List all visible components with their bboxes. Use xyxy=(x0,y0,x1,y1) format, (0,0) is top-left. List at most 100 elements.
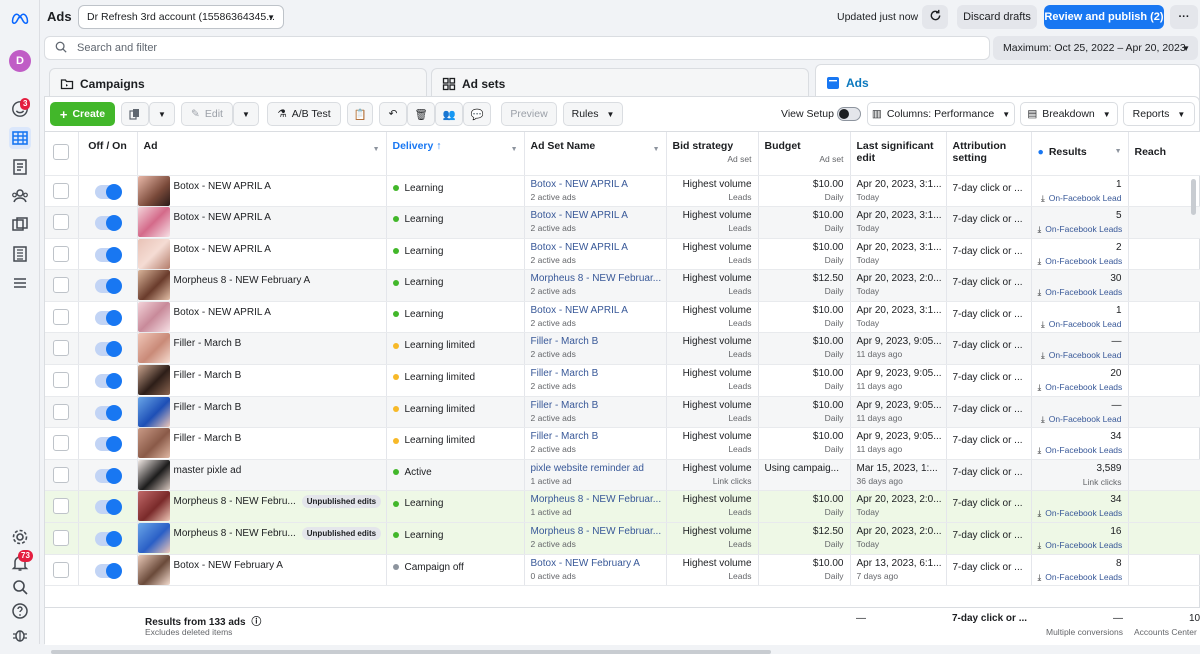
adset-link[interactable]: Morpheus 8 - NEW Februar... xyxy=(531,273,662,284)
adset-link[interactable]: Botox - NEW APRIL A xyxy=(531,242,660,253)
adset-link[interactable]: Botox - NEW February A xyxy=(531,558,660,569)
ad-cell[interactable]: Filler - March B xyxy=(137,364,387,397)
ad-cell[interactable]: Morpheus 8 - NEW Febru... Unpublished edi… xyxy=(137,522,387,555)
ad-cell[interactable]: Botox - NEW February A xyxy=(137,554,387,587)
adset-cell[interactable]: Botox - NEW APRIL A2 active ads xyxy=(524,238,667,271)
meta-logo-icon[interactable] xyxy=(9,7,31,29)
menu-icon[interactable] xyxy=(9,272,31,294)
adset-link[interactable]: Botox - NEW APRIL A xyxy=(531,179,660,190)
table-row[interactable]: Filler - March B Learning limited Filler -… xyxy=(45,364,1200,397)
table-row[interactable]: master pixle ad Active pixle website remin… xyxy=(45,459,1200,492)
preview-button[interactable]: Preview xyxy=(501,102,557,126)
adset-link[interactable]: pixle website reminder ad xyxy=(531,463,660,474)
table-row[interactable]: Botox - NEW APRIL A Learning Botox - NEW A… xyxy=(45,238,1200,271)
adset-cell[interactable]: Botox - NEW APRIL A2 active ads xyxy=(524,175,667,208)
ad-toggle[interactable] xyxy=(94,373,122,390)
ad-name[interactable]: Filler - March B xyxy=(174,431,242,444)
ad-cell[interactable]: Filler - March B xyxy=(137,427,387,460)
edit-dropdown-button[interactable]: ▼ xyxy=(233,102,259,126)
ad-toggle[interactable] xyxy=(94,278,122,295)
ad-name[interactable]: Morpheus 8 - NEW February A xyxy=(174,273,311,286)
adset-link[interactable]: Filler - March B xyxy=(531,336,660,347)
ad-toggle[interactable] xyxy=(94,215,122,232)
budget-cell[interactable]: $10.00 Daily xyxy=(758,396,851,429)
adset-cell[interactable]: Filler - March B 2 active ads xyxy=(524,364,667,397)
table-row[interactable]: Morpheus 8 - NEW Febru... Unpublished edi… xyxy=(45,522,1200,555)
ab-test-button[interactable]: ⚗ A/B Test xyxy=(267,102,341,126)
clipboard-button[interactable]: 📋 xyxy=(347,102,373,126)
budget-cell[interactable]: $10.00 Daily xyxy=(758,206,851,239)
row-checkbox[interactable] xyxy=(53,277,69,294)
date-range-picker[interactable]: Maximum: Oct 25, 2022 – Apr 20, 2023 ▼ xyxy=(993,36,1198,60)
budget-cell[interactable]: $10.00 Daily xyxy=(758,490,851,524)
search-input[interactable]: Search and filter xyxy=(44,36,990,60)
adset-cell[interactable]: Botox - NEW APRIL A2 active ads xyxy=(524,206,667,239)
row-checkbox[interactable] xyxy=(53,530,69,547)
adset-link[interactable]: Filler - March B xyxy=(531,431,660,442)
ad-name[interactable]: Botox - NEW APRIL A xyxy=(174,242,271,255)
preview-toggle-button[interactable]: 💬 xyxy=(463,102,491,126)
table-row[interactable]: Filler - March B Learning limited Filler -… xyxy=(45,396,1200,429)
adset-cell[interactable]: Morpheus 8 - NEW Februar... 1 active ad xyxy=(524,490,667,524)
row-checkbox[interactable] xyxy=(53,561,69,578)
more-options-button[interactable]: ··· xyxy=(1170,5,1198,29)
breakdown-button[interactable]: ▤ Breakdown ▼ xyxy=(1020,102,1118,126)
refresh-button[interactable] xyxy=(922,5,948,29)
audience-button[interactable]: 👥 xyxy=(435,102,463,126)
reports-button[interactable]: Reports ▼ xyxy=(1123,102,1195,126)
table-row[interactable]: Botox - NEW APRIL A Learning Botox - NEW A… xyxy=(45,206,1200,239)
adset-link[interactable]: Morpheus 8 - NEW Februar... xyxy=(531,494,662,505)
budget-cell[interactable]: $10.00 Daily xyxy=(758,364,851,397)
billing-icon[interactable] xyxy=(9,243,31,265)
rules-button[interactable]: Rules ▼ xyxy=(563,102,623,126)
bug-report-icon[interactable] xyxy=(9,624,31,646)
view-setup-toggle[interactable] xyxy=(837,107,861,121)
budget-cell[interactable]: $12.50 Daily xyxy=(758,522,851,555)
select-all-checkbox[interactable] xyxy=(53,144,69,160)
col-budget[interactable]: Budget Ad set xyxy=(758,132,851,176)
adset-link[interactable]: Filler - March B xyxy=(531,368,660,379)
ad-toggle[interactable] xyxy=(94,436,122,453)
budget-cell[interactable]: $10.00 Daily xyxy=(758,427,851,460)
ad-cell[interactable]: Morpheus 8 - NEW February A xyxy=(137,269,387,302)
row-checkbox[interactable] xyxy=(53,403,69,420)
row-checkbox[interactable] xyxy=(53,372,69,389)
row-checkbox[interactable] xyxy=(53,435,69,452)
col-onoff[interactable]: Off / On xyxy=(78,132,138,176)
help-icon[interactable] xyxy=(9,600,31,622)
row-checkbox[interactable] xyxy=(53,498,69,515)
table-row[interactable]: Botox - NEW APRIL A Learning Botox - NEW A… xyxy=(45,301,1200,334)
table-row[interactable]: Morpheus 8 - NEW Febru... Unpublished edi… xyxy=(45,490,1200,524)
col-delivery[interactable]: Delivery ↑ ▼ xyxy=(386,132,525,176)
horizontal-scrollbar[interactable] xyxy=(51,649,1199,654)
adset-link[interactable]: Botox - NEW APRIL A xyxy=(531,305,660,316)
adset-cell[interactable]: Filler - March B 2 active ads xyxy=(524,427,667,460)
adset-cell[interactable]: Morpheus 8 - NEW Februar... 2 active ads xyxy=(524,269,667,302)
ad-name[interactable]: Filler - March B xyxy=(174,336,242,349)
adset-link[interactable]: Botox - NEW APRIL A xyxy=(531,210,660,221)
row-checkbox[interactable] xyxy=(53,245,69,262)
ad-toggle[interactable] xyxy=(94,531,122,548)
ad-toggle[interactable] xyxy=(94,467,122,484)
row-checkbox[interactable] xyxy=(53,308,69,325)
catalog-icon[interactable] xyxy=(9,156,31,178)
discard-drafts-button[interactable]: Discard drafts xyxy=(957,5,1037,29)
adset-cell[interactable]: Filler - March B 2 active ads xyxy=(524,332,667,366)
ads-manager-icon[interactable] xyxy=(9,127,31,149)
budget-cell[interactable]: $10.00 Daily xyxy=(758,332,851,366)
undo-button[interactable]: ↶ xyxy=(379,102,407,126)
table-row[interactable]: Filler - March B Learning limited Filler -… xyxy=(45,427,1200,460)
budget-cell[interactable]: $10.00 Daily xyxy=(758,238,851,271)
adset-cell[interactable]: Morpheus 8 - NEW Februar... 2 active ads xyxy=(524,522,667,555)
col-ad[interactable]: Ad ▼ xyxy=(137,132,387,176)
ad-name[interactable]: master pixle ad xyxy=(174,463,242,476)
ad-cell[interactable]: Botox - NEW APRIL A xyxy=(137,238,387,271)
row-checkbox[interactable] xyxy=(53,466,69,483)
delete-button[interactable]: 🗑 xyxy=(407,102,435,126)
ad-toggle[interactable] xyxy=(94,562,122,579)
adset-link[interactable]: Morpheus 8 - NEW Februar... xyxy=(531,526,662,537)
row-checkbox[interactable] xyxy=(53,340,69,357)
table-row[interactable]: Botox - NEW APRIL A Learning Botox - NEW A… xyxy=(45,175,1200,208)
ad-name[interactable]: Botox - NEW APRIL A xyxy=(174,210,271,223)
settings-icon[interactable] xyxy=(9,526,31,548)
